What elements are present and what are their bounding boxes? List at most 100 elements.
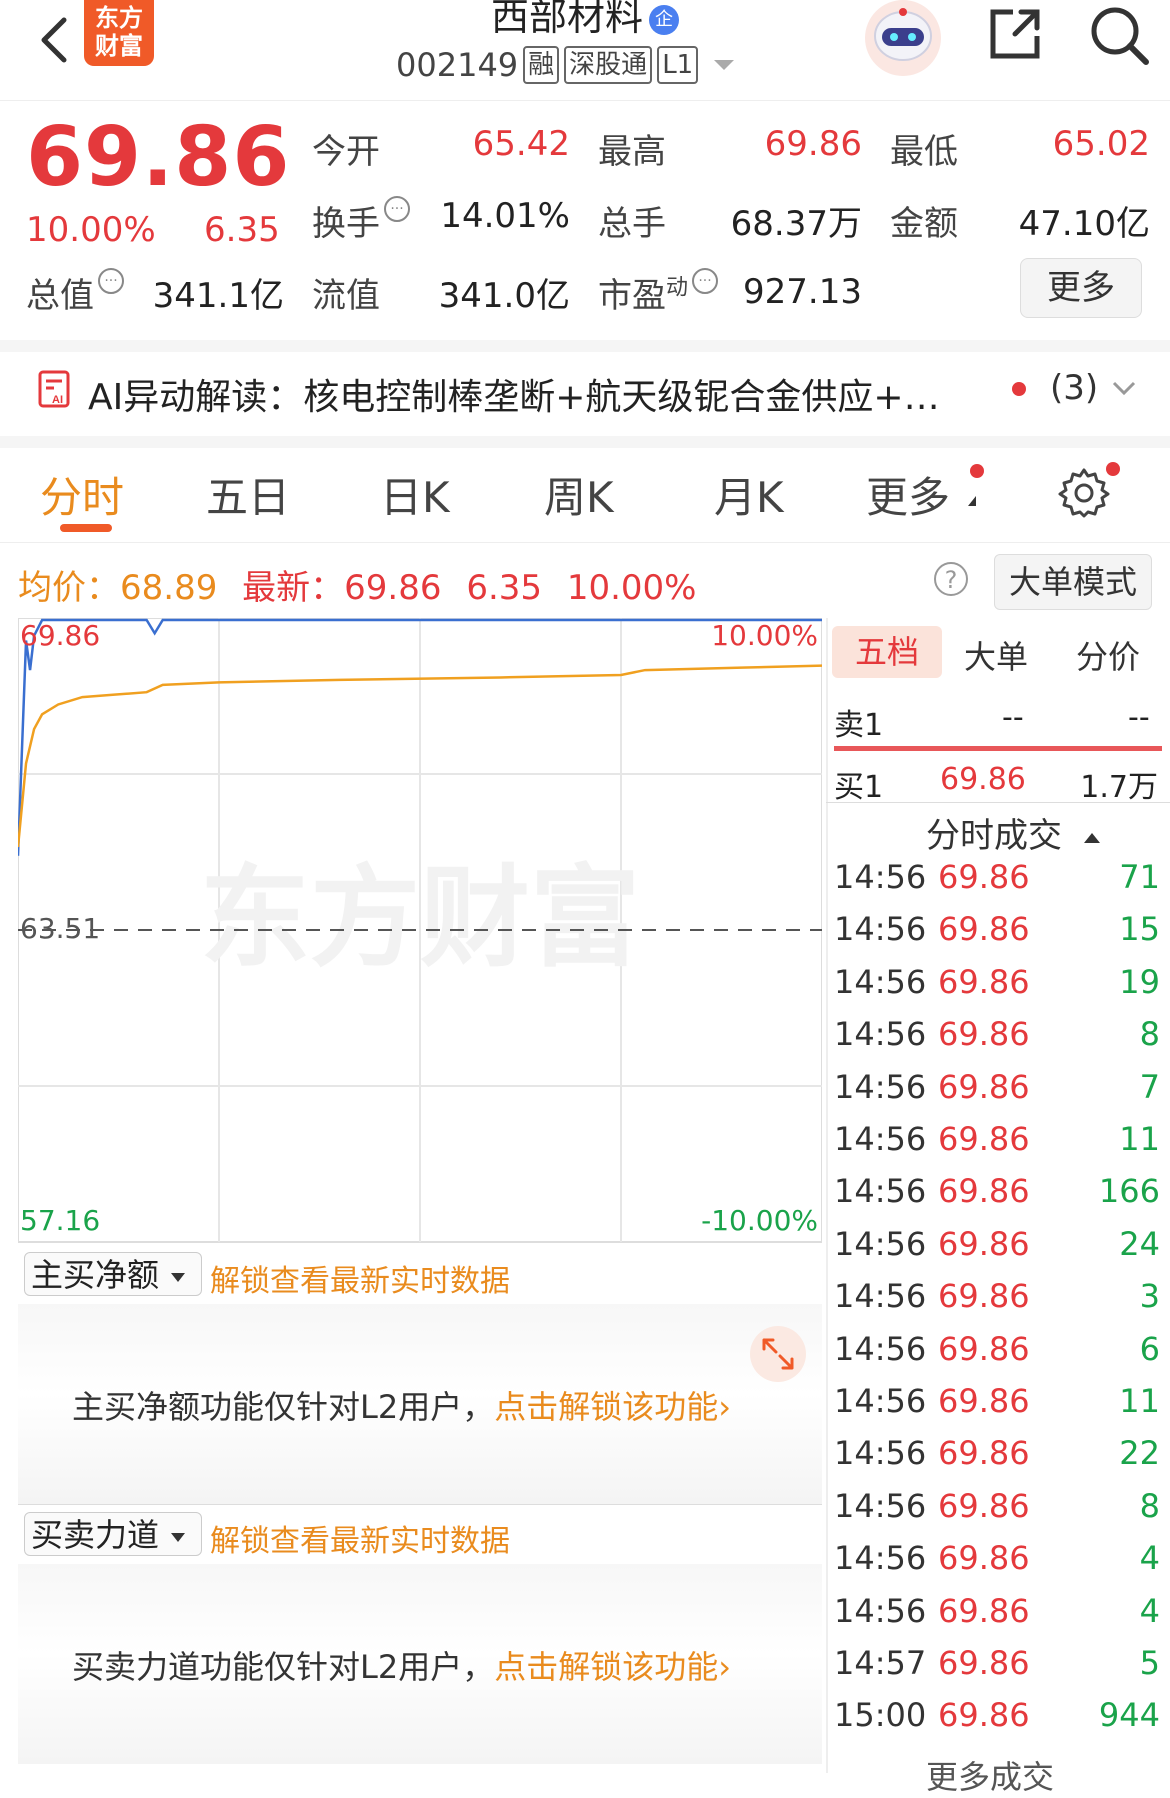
trade-time: 14:56: [834, 1486, 927, 1525]
trade-price: 69.86: [938, 1486, 1030, 1525]
y-left-mid-label: 63.51: [20, 912, 100, 945]
market-cap-value: 341.1亿: [152, 276, 284, 316]
volume-label: 总手: [598, 204, 666, 244]
net-buy-unlock-link[interactable]: 解锁查看最新实时数据: [210, 1256, 510, 1300]
y-left-top-label: 69.86: [20, 619, 100, 652]
trade-time: 14:56: [834, 1382, 927, 1420]
change-amount: 6.35: [204, 210, 280, 250]
net-buy-dropdown[interactable]: 主买净额: [24, 1252, 202, 1296]
amount-value: 47.10亿: [1018, 204, 1150, 244]
pe-value: 927.13: [743, 272, 862, 312]
info-dots-icon[interactable]: ···: [98, 268, 124, 294]
force-lock-message: 买卖力道功能仅针对L2用户，点击解锁该功能›: [72, 1642, 731, 1688]
trade-volume: 7: [1139, 1067, 1160, 1106]
help-icon[interactable]: ?: [934, 562, 968, 596]
chevron-right-icon: ›: [718, 1648, 732, 1686]
order-book-divider: [826, 802, 1170, 803]
enterprise-badge: 企: [649, 4, 679, 35]
chevron-down-icon[interactable]: [714, 60, 735, 70]
force-dropdown[interactable]: 买卖力道: [24, 1512, 202, 1556]
tab-daily-k[interactable]: 日K: [380, 464, 450, 525]
gear-icon[interactable]: [1058, 466, 1110, 518]
open-label: 今开: [312, 132, 380, 172]
chart-watermark: 东方财富: [200, 857, 640, 980]
trade-price: 69.86: [938, 1696, 1030, 1735]
settings-notification-dot: [1106, 462, 1120, 476]
trade-time: 15:00: [834, 1696, 927, 1735]
more-notification-dot: [970, 464, 984, 478]
amount-label: 金额: [890, 204, 958, 244]
tab-five-levels[interactable]: 五档: [832, 626, 942, 678]
tab-weekly-k[interactable]: 周K: [544, 464, 614, 525]
trade-price: 69.86: [938, 858, 1030, 896]
pe-label[interactable]: 市盈动 ···: [598, 268, 719, 317]
trades-header[interactable]: 分时成交: [926, 808, 1100, 857]
force-lock-text: 买卖力道功能仅针对L2用户，: [72, 1648, 495, 1686]
trade-volume: 4: [1139, 1539, 1160, 1578]
trade-time: 14:56: [834, 1224, 927, 1263]
trade-volume: 71: [1119, 858, 1160, 896]
ai-insight-count: (3): [1050, 368, 1099, 408]
tab-active-indicator: [60, 524, 112, 532]
open-value: 65.42: [472, 124, 570, 164]
net-buy-unlock-button[interactable]: 点击解锁该功能: [494, 1388, 718, 1426]
force-dropdown-label: 买卖力道: [31, 1516, 160, 1554]
dropdown-arrow-icon: [171, 1272, 186, 1282]
buy1-label: 买1: [834, 770, 884, 805]
trade-volume: 3: [1139, 1277, 1160, 1316]
trade-price: 69.86: [938, 1329, 1030, 1368]
tab-monthly-k[interactable]: 月K: [714, 464, 784, 525]
trade-time: 14:56: [834, 1329, 927, 1368]
volume-value: 68.37万: [730, 204, 862, 244]
ai-insight-text[interactable]: AI异动解读：核电控制棒垄断+航天级铌合金供应+…: [88, 368, 940, 420]
trade-price: 69.86: [938, 1067, 1030, 1106]
search-icon[interactable]: [1088, 4, 1150, 66]
net-buy-dropdown-label: 主买净额: [31, 1256, 160, 1294]
stock-code: 002149: [396, 46, 519, 84]
more-fields-button[interactable]: 更多: [1020, 258, 1142, 318]
trade-time: 14:56: [834, 1277, 927, 1316]
high-value: 69.86: [764, 124, 862, 164]
more-trades-link[interactable]: 更多成交: [926, 1752, 1054, 1798]
trade-time: 14:56: [834, 910, 927, 949]
tab-five-day[interactable]: 五日: [206, 464, 290, 525]
robot-assistant-icon[interactable]: [858, 0, 948, 76]
top-bar: 东方 财富 西部材料企 002149 融 深股通 L1: [0, 0, 1170, 101]
price-info-line: 均价：68.89 最新：69.86 6.35 10.00%: [18, 560, 696, 609]
tag-level: L1: [657, 46, 699, 84]
share-icon[interactable]: [985, 4, 1045, 64]
market-cap-label-text: 总值: [26, 276, 94, 316]
info-dots-icon[interactable]: ···: [692, 268, 719, 294]
trade-price: 69.86: [938, 1277, 1030, 1316]
buy1-vol: 1.7万: [1080, 770, 1158, 805]
latest-change: 6.35: [466, 568, 543, 608]
unread-dot: [1012, 382, 1026, 396]
force-unlock-button[interactable]: 点击解锁该功能: [494, 1648, 718, 1686]
chevron-down-icon[interactable]: [1110, 376, 1138, 400]
dropdown-arrow-icon: [171, 1532, 186, 1542]
info-dots-icon[interactable]: ···: [384, 196, 410, 222]
trade-time: 14:56: [834, 1539, 927, 1578]
buy1-price: 69.86: [940, 762, 1026, 797]
trade-time: 14:56: [834, 962, 927, 1001]
sort-up-icon: [1084, 832, 1100, 843]
tab-price-dist[interactable]: 分价: [1076, 632, 1140, 678]
big-order-mode-button[interactable]: 大单模式: [994, 554, 1152, 610]
force-unlock-link[interactable]: 解锁查看最新实时数据: [210, 1516, 510, 1560]
tab-more[interactable]: 更多: [866, 464, 950, 525]
expand-icon[interactable]: [750, 1326, 806, 1382]
tab-intraday[interactable]: 分时: [40, 464, 124, 525]
low-value: 65.02: [1052, 124, 1150, 164]
intraday-chart[interactable]: 东方财富 69.86 63.51 57.16 10.00% -10.00%: [18, 618, 822, 1242]
section-divider: [0, 436, 1170, 448]
market-cap-label[interactable]: 总值 ···: [26, 268, 124, 317]
turnover-label[interactable]: 换手 ···: [312, 196, 410, 245]
stock-subline[interactable]: 002149 融 深股通 L1: [396, 46, 735, 84]
trade-price: 69.86: [938, 1434, 1030, 1473]
turnover-value: 14.01%: [440, 196, 570, 236]
tab-big-orders[interactable]: 大单: [964, 632, 1028, 678]
trade-time: 14:56: [834, 1591, 927, 1630]
trade-price: 69.86: [938, 1539, 1030, 1578]
avg-value: 68.89: [120, 568, 218, 608]
trade-price: 69.86: [938, 1120, 1030, 1158]
